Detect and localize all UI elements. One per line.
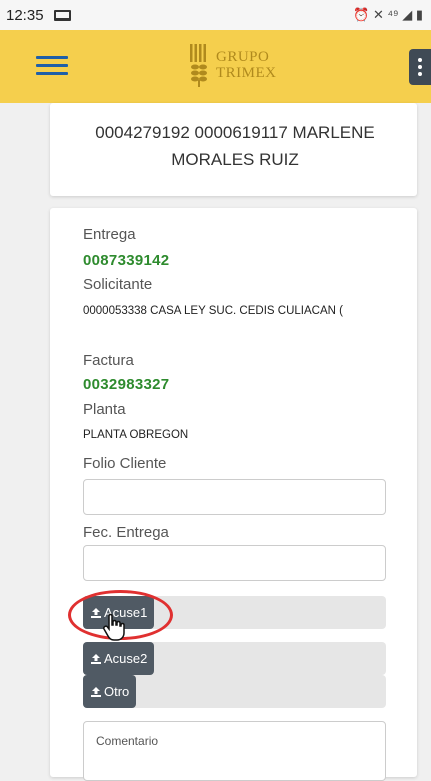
planta-value: PLANTA OBREGON [83,429,189,441]
folio-cliente-input[interactable] [83,479,386,515]
fec-entrega-input[interactable] [83,545,386,581]
hamburger-menu-icon[interactable] [36,55,68,77]
dot-icon [418,58,422,62]
entrega-value: 0087339142 [83,252,170,269]
app-bar: GRUPO TRIMEX [0,30,431,103]
factura-value: 0032983327 [83,376,170,393]
upload-acuse2-label: Acuse2 [104,651,148,666]
dot-icon [418,65,422,69]
status-icons: ⏰ ✕ ⁴⁹ ◢ ▮ [353,7,423,22]
comentario-textarea[interactable]: Comentario [83,721,386,781]
upload-row-acuse1: Acuse1 [83,596,386,629]
cast-icon [53,9,71,21]
folio-cliente-label: Folio Cliente [83,455,167,472]
upload-icon [91,607,101,618]
wheat-logo-icon [190,44,207,87]
status-time: 12:35 [6,6,44,24]
upload-row-acuse2: Acuse2 [83,642,386,675]
logo: GRUPO TRIMEX [188,42,277,88]
upload-icon [91,653,101,664]
planta-label: Planta [83,401,126,418]
delivery-detail-card: Entrega 0087339142 Solicitante 000005333… [50,208,417,781]
logo-line2: TRIMEX [216,65,277,81]
client-info: 0004279192 0000619117 MARLENE MORALES RU… [95,123,375,169]
status-bar: 12:35 ⏰ ✕ ⁴⁹ ◢ ▮ [0,0,431,30]
logo-text: GRUPO TRIMEX [216,49,277,81]
logo-line1: GRUPO [216,49,270,65]
solicitante-label: Solicitante [83,276,153,293]
client-card: 0004279192 0000619117 MARLENE MORALES RU… [50,103,417,196]
entrega-label: Entrega [83,226,136,243]
status-left: 12:35 [6,7,71,24]
upload-otro-label: Otro [104,684,130,699]
more-options-button[interactable] [409,49,431,85]
upload-otro-button[interactable]: Otro [83,675,137,708]
fec-entrega-label: Fec. Entrega [83,524,169,541]
factura-label: Factura [83,352,134,369]
upload-acuse1-button[interactable]: Acuse1 [83,596,155,629]
upload-icon [91,686,101,697]
dot-icon [418,72,422,76]
solicitante-value: 0000053338 CASA LEY SUC. CEDIS CULIACAN … [83,305,343,317]
upload-acuse2-button[interactable]: Acuse2 [83,642,155,675]
upload-acuse1-label: Acuse1 [104,605,148,620]
upload-row-otro: Otro [83,675,386,708]
